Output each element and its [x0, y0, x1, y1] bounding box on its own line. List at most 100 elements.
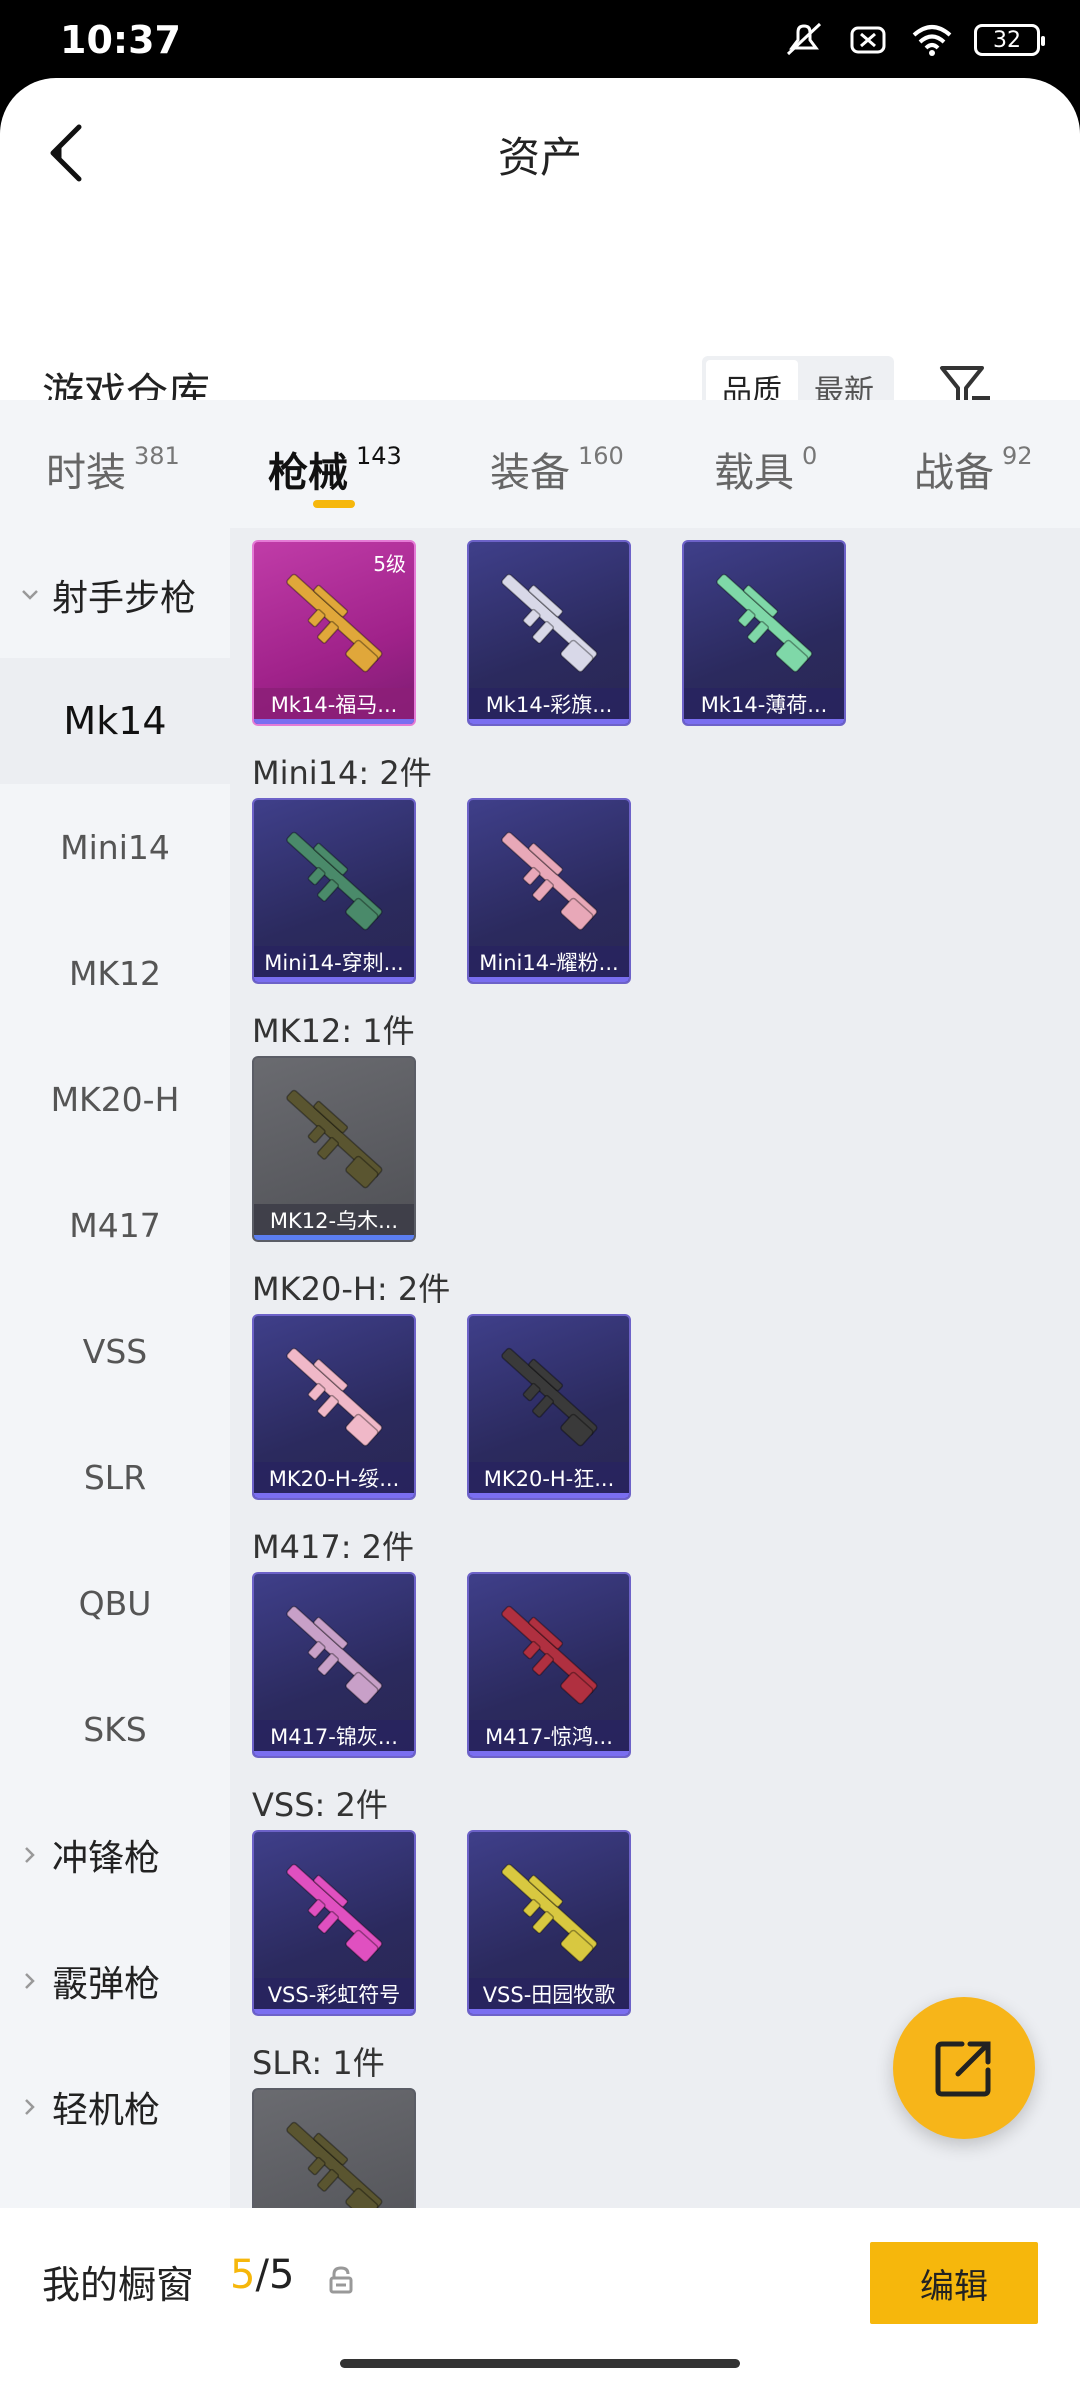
rifle-skin-icon — [286, 1347, 383, 1447]
rifle-skin-icon — [501, 1863, 598, 1963]
status-icons: 32 — [782, 20, 1045, 60]
sidebar-item[interactable]: M417 — [0, 1162, 230, 1288]
showcase-bar: 我的橱窗 5/5 编辑 — [0, 2208, 1080, 2400]
tab-label: 时装 — [46, 450, 126, 496]
tab-count: 92 — [1002, 442, 1033, 470]
rifle-skin-icon — [501, 831, 598, 931]
sidebar-item-label: MK20-H — [50, 1079, 180, 1119]
status-time: 10:37 — [60, 18, 181, 62]
inventory-body: 射手步枪 Mk14 Mini14 MK12 MK20-H M417 VSS SLR QBU SKS… — [0, 528, 1080, 2274]
sidebar-item-label: M417 — [69, 1205, 161, 1245]
sidebar-item-label: QBU — [78, 1583, 152, 1623]
rarity-bar — [254, 1493, 414, 1498]
skin-card[interactable]: 5级 Mk14-福马... — [252, 540, 416, 726]
mute-vibrate-icon — [782, 20, 826, 60]
tab-count: 160 — [578, 442, 624, 470]
rarity-bar — [469, 1751, 629, 1756]
skin-card[interactable]: MK20-H-狂... — [467, 1314, 631, 1500]
sidebar-item[interactable]: Mk14 — [0, 658, 230, 784]
rifle-skin-icon — [501, 1605, 598, 1705]
sidebar-item[interactable]: VSS — [0, 1288, 230, 1414]
chevron-right-icon — [25, 2099, 35, 2115]
group-label: VSS: 2件 — [252, 1786, 388, 1824]
rarity-bar — [254, 1235, 414, 1240]
tab-label: 战备 — [914, 450, 994, 496]
sidebar-item[interactable]: 射手步枪 — [0, 532, 230, 658]
chevron-down-icon — [22, 590, 38, 600]
weapon-type-sidebar: 射手步枪 Mk14 Mini14 MK12 MK20-H M417 VSS SLR QBU SKS… — [0, 528, 230, 2208]
rarity-bar — [469, 719, 629, 724]
header: 资产 — [0, 78, 1080, 228]
rarity-bar — [469, 2009, 629, 2014]
group-label: SLR: 1件 — [252, 2044, 385, 2082]
tab-label: 载具 — [714, 450, 794, 496]
rifle-skin-icon — [286, 1089, 383, 1189]
skin-card[interactable]: Mk14-彩旗... — [467, 540, 631, 726]
rarity-bar — [469, 1493, 629, 1498]
app-screen: 资产 游戏仓库 品质 最新 时装 381 枪械 143 装备 160 载具 0 … — [0, 78, 1080, 2400]
group-label: MK20-H: 2件 — [252, 1270, 451, 1308]
showcase-current: 5 — [230, 2252, 256, 2298]
skin-card[interactable]: M417-锦灰... — [252, 1572, 416, 1758]
level-badge: 5级 — [373, 552, 406, 576]
lock-icon — [329, 2266, 353, 2294]
skin-grid: 5级 Mk14-福马... Mk14-彩旗... Mk14-薄荷... Mini14: … — [252, 528, 1052, 2274]
sidebar-item-label: Mini14 — [60, 827, 170, 867]
skin-card[interactable]: VSS-彩虹符号 — [252, 1830, 416, 2016]
rifle-skin-icon — [286, 1605, 383, 1705]
skin-card[interactable]: MK20-H-绥... — [252, 1314, 416, 1500]
tab-supplies[interactable]: 战备 92 — [914, 440, 1033, 498]
sidebar-item[interactable]: SLR — [0, 1414, 230, 1540]
group-label: MK12: 1件 — [252, 1012, 415, 1050]
tab-count: 381 — [134, 442, 180, 470]
tab-weapons[interactable]: 枪械 143 — [268, 440, 402, 498]
status-bar: 10:37 32 — [0, 0, 1080, 78]
tab-count: 0 — [802, 442, 818, 470]
sidebar-item[interactable]: SKS — [0, 1666, 230, 1792]
sidebar-item[interactable]: MK20-H — [0, 1036, 230, 1162]
rarity-bar — [254, 2009, 414, 2014]
skin-card[interactable]: MK12-乌木... — [252, 1056, 416, 1242]
showcase-label: 我的橱窗 — [42, 2263, 195, 2307]
sidebar-item-label: 轻机枪 — [52, 2090, 161, 2131]
category-tabs: 时装 381 枪械 143 装备 160 载具 0 战备 92 — [0, 400, 1080, 530]
active-tab-indicator — [313, 500, 355, 508]
tab-fashion[interactable]: 时装 381 — [46, 440, 180, 498]
edit-button[interactable]: 编辑 — [870, 2242, 1038, 2324]
tab-label: 枪械 — [268, 450, 348, 496]
rarity-bar — [254, 977, 414, 982]
sidebar-item[interactable]: 轻机枪 — [0, 2044, 230, 2170]
rarity-bar — [469, 977, 629, 982]
sidebar-item[interactable]: 冲锋枪 — [0, 1792, 230, 1918]
group-label: Mini14: 2件 — [252, 754, 432, 792]
skin-card[interactable]: Mini14-耀粉... — [467, 798, 631, 984]
rifle-skin-icon — [501, 573, 598, 673]
skin-card[interactable]: Mini14-穿刺... — [252, 798, 416, 984]
showcase-total: 5 — [268, 2252, 295, 2298]
tab-count: 143 — [356, 442, 402, 470]
sidebar-item-label: SLR — [83, 1457, 147, 1497]
sidebar-item[interactable]: Mini14 — [0, 784, 230, 910]
skin-card[interactable]: Mk14-薄荷... — [682, 540, 846, 726]
rarity-bar — [254, 719, 414, 724]
sidebar-item-label: Mk14 — [63, 699, 167, 743]
tab-label: 装备 — [490, 450, 570, 496]
rifle-skin-icon — [286, 1863, 383, 1963]
share-out-icon — [935, 2041, 991, 2097]
home-indicator[interactable] — [340, 2359, 740, 2368]
sidebar-item[interactable]: MK12 — [0, 910, 230, 1036]
tab-equipment[interactable]: 装备 160 — [490, 440, 624, 498]
rifle-skin-icon — [286, 831, 383, 931]
rifle-skin-icon — [716, 573, 813, 673]
tab-vehicles[interactable]: 载具 0 — [714, 440, 817, 498]
showcase-count: 5/5 — [230, 2252, 295, 2298]
battery-icon: 32 — [974, 24, 1045, 56]
skin-card[interactable]: M417-惊鸿... — [467, 1572, 631, 1758]
sidebar-item[interactable]: 霰弹枪 — [0, 1918, 230, 2044]
wifi-icon — [910, 20, 954, 60]
sidebar-item-label: SKS — [83, 1709, 147, 1749]
chevron-right-icon — [25, 1973, 35, 1989]
skin-card[interactable]: VSS-田园牧歌 — [467, 1830, 631, 2016]
sidebar-item[interactable]: QBU — [0, 1540, 230, 1666]
share-fab-button[interactable] — [893, 1997, 1035, 2139]
